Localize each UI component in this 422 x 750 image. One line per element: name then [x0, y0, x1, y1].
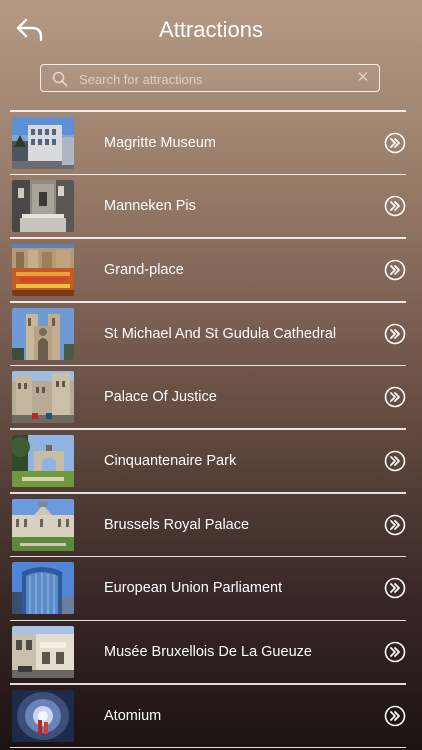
list-item[interactable]: European Union Parliament [10, 557, 406, 619]
chevron-right-circle-icon[interactable] [384, 195, 406, 217]
list-item[interactable]: Musée Bruxellois De La Gueuze [10, 621, 406, 683]
page-title: Attractions [159, 17, 263, 42]
list-item[interactable]: Palace Of Justice [10, 366, 406, 428]
chevron-right-circle-icon[interactable] [384, 132, 406, 154]
manneken-pis-thumbnail [12, 180, 74, 233]
atomium-thumbnail [12, 689, 74, 742]
list-item[interactable]: Cinquantenaire Park [10, 430, 406, 492]
list-item[interactable]: Brussels Royal Palace [10, 494, 406, 556]
list-divider [10, 746, 406, 749]
attractions-list: Magritte Museum Manneken Pis Grand-place… [10, 110, 406, 749]
list-item[interactable]: Grand-place [10, 239, 406, 301]
chevron-right-circle-icon[interactable] [384, 577, 406, 599]
magritte-museum-thumbnail [12, 116, 74, 169]
chevron-right-circle-icon[interactable] [384, 514, 406, 536]
attraction-name: Brussels Royal Palace [104, 516, 250, 533]
list-item[interactable]: St Michael And St Gudula Cathedral [10, 303, 406, 365]
cinquantenaire-park-thumbnail [12, 434, 74, 487]
attraction-name: St Michael And St Gudula Cathedral [104, 325, 337, 342]
back-button[interactable] [14, 16, 46, 44]
search-input[interactable] [77, 67, 351, 91]
list-item[interactable]: Atomium [10, 685, 406, 747]
attraction-name: Cinquantenaire Park [104, 452, 237, 469]
search-icon [52, 71, 68, 87]
royal-palace-thumbnail [12, 498, 74, 551]
header-bar: Attractions [0, 0, 422, 60]
back-arrow-icon [16, 18, 43, 42]
attraction-name: Atomium [104, 707, 162, 724]
chevron-right-circle-icon[interactable] [384, 641, 406, 663]
chevron-right-circle-icon[interactable] [384, 450, 406, 472]
search-bar: ✕ [40, 64, 380, 92]
chevron-right-circle-icon[interactable] [384, 259, 406, 281]
grand-place-thumbnail [12, 243, 74, 296]
attraction-name: Magritte Museum [104, 134, 217, 151]
chevron-right-circle-icon[interactable] [384, 386, 406, 408]
chevron-right-circle-icon[interactable] [384, 705, 406, 727]
gueuze-museum-thumbnail [12, 626, 74, 678]
attraction-name: European Union Parliament [104, 580, 283, 597]
clear-search-icon[interactable]: ✕ [355, 70, 371, 86]
attraction-name: Palace Of Justice [104, 389, 217, 406]
list-item[interactable]: Magritte Museum [10, 112, 406, 174]
eu-parliament-thumbnail [12, 562, 74, 615]
list-item[interactable]: Manneken Pis [10, 175, 406, 237]
palace-of-justice-thumbnail [12, 371, 74, 424]
attraction-name: Grand-place [104, 261, 184, 278]
attraction-name: Manneken Pis [104, 198, 196, 215]
chevron-right-circle-icon[interactable] [384, 323, 406, 345]
cathedral-thumbnail [12, 307, 74, 360]
attraction-name: Musée Bruxellois De La Gueuze [104, 644, 312, 660]
